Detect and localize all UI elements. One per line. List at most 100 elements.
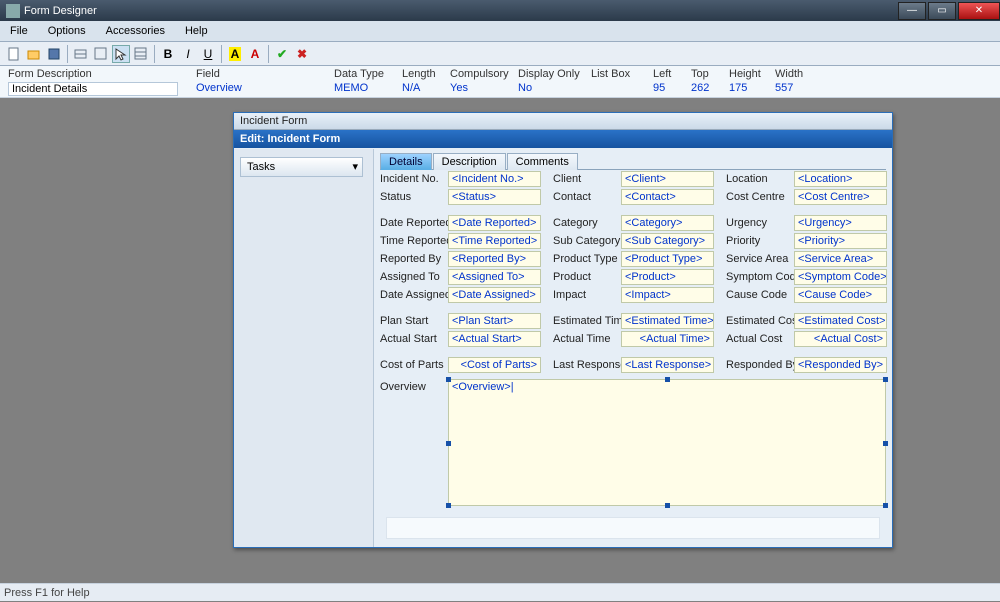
content-area: Incident No. <Incident No.> Client <Clie… <box>380 171 886 543</box>
val-costcentre[interactable]: <Cost Centre> <box>794 189 887 205</box>
val-timereported[interactable]: <Time Reported> <box>448 233 541 249</box>
lbl-subcategory: Sub Category <box>553 233 621 249</box>
designer-canvas[interactable]: Incident Form Edit: Incident Form Tasks … <box>0 98 1000 583</box>
italic-icon[interactable]: I <box>179 45 197 63</box>
val-planstart[interactable]: <Plan Start> <box>448 313 541 329</box>
val-subcategory[interactable]: <Sub Category> <box>621 233 714 249</box>
lbl-contact: Contact <box>553 189 621 205</box>
tab-comments[interactable]: Comments <box>507 153 578 170</box>
tasks-dropdown[interactable]: Tasks ▾ <box>240 157 363 177</box>
open-icon[interactable] <box>25 45 43 63</box>
val-overview[interactable]: <Overview>| <box>448 379 886 506</box>
length-hdr: Length <box>402 68 442 82</box>
tab-description[interactable]: Description <box>433 153 506 170</box>
lbl-actualstart: Actual Start <box>380 331 448 347</box>
val-location[interactable]: <Location> <box>794 171 887 187</box>
val-symptomcode[interactable]: <Symptom Code> <box>794 269 887 285</box>
lbl-client: Client <box>553 171 621 187</box>
length-val: N/A <box>402 82 442 96</box>
font-color-icon[interactable]: A <box>246 45 264 63</box>
lbl-timereported: Time Reported <box>380 233 448 249</box>
val-category[interactable]: <Category> <box>621 215 714 231</box>
width-hdr: Width <box>775 68 813 82</box>
save-icon[interactable] <box>45 45 63 63</box>
menu-file[interactable]: File <box>0 21 38 42</box>
resize-handle[interactable] <box>446 377 451 382</box>
tab-details[interactable]: Details <box>380 153 432 170</box>
val-estcost[interactable]: <Estimated Cost> <box>794 313 887 329</box>
resize-handle[interactable] <box>446 503 451 508</box>
compulsory-val: Yes <box>450 82 510 96</box>
insert-field-icon[interactable] <box>72 45 90 63</box>
lbl-location: Location <box>726 171 794 187</box>
left-pane: Tasks ▾ <box>234 149 374 547</box>
minimize-button[interactable]: — <box>898 2 926 20</box>
height-val: 175 <box>729 82 767 96</box>
left-val: 95 <box>653 82 683 96</box>
underline-icon[interactable]: U <box>199 45 217 63</box>
cancel-icon[interactable]: ✖ <box>293 45 311 63</box>
val-impact[interactable]: <Impact> <box>621 287 714 303</box>
display-val: No <box>518 82 583 96</box>
val-urgency[interactable]: <Urgency> <box>794 215 887 231</box>
lbl-incidentno: Incident No. <box>380 171 448 187</box>
lbl-esttime: Estimated Time <box>553 313 621 329</box>
val-datereported[interactable]: <Date Reported> <box>448 215 541 231</box>
status-text: Press F1 for Help <box>4 587 90 599</box>
accept-icon[interactable]: ✔ <box>273 45 291 63</box>
tasks-label: Tasks <box>247 158 275 176</box>
form-desc-hdr: Form Description <box>8 68 188 82</box>
lbl-costcentre: Cost Centre <box>726 189 794 205</box>
menu-options[interactable]: Options <box>38 21 96 42</box>
lbl-impact: Impact <box>553 287 621 303</box>
select-icon[interactable] <box>112 45 130 63</box>
maximize-button[interactable]: ▭ <box>928 2 956 20</box>
layout-icon[interactable] <box>92 45 110 63</box>
resize-handle[interactable] <box>883 503 888 508</box>
resize-handle[interactable] <box>665 377 670 382</box>
menu-accessories[interactable]: Accessories <box>96 21 175 42</box>
val-status[interactable]: <Status> <box>448 189 541 205</box>
val-costparts[interactable]: <Cost of Parts> <box>448 357 541 373</box>
val-respby[interactable]: <Responded By> <box>794 357 887 373</box>
val-product[interactable]: <Product> <box>621 269 714 285</box>
close-button[interactable]: ✕ <box>958 2 1000 20</box>
menu-help[interactable]: Help <box>175 21 218 42</box>
val-reportedby[interactable]: <Reported By> <box>448 251 541 267</box>
form-desc-val[interactable]: Incident Details <box>8 82 178 96</box>
val-incidentno[interactable]: <Incident No.> <box>448 171 541 187</box>
val-causecode[interactable]: <Cause Code> <box>794 287 887 303</box>
field-grid: Incident No. <Incident No.> Client <Clie… <box>380 171 886 373</box>
val-assignedto[interactable]: <Assigned To> <box>448 269 541 285</box>
val-lastresp[interactable]: <Last Response> <box>621 357 714 373</box>
font-bgcolor-icon[interactable]: A <box>226 45 244 63</box>
form-window[interactable]: Incident Form Edit: Incident Form Tasks … <box>233 112 893 548</box>
bold-icon[interactable]: B <box>159 45 177 63</box>
lbl-planstart: Plan Start <box>380 313 448 329</box>
lbl-actcost: Actual Cost <box>726 331 794 347</box>
val-priority[interactable]: <Priority> <box>794 233 887 249</box>
val-servicearea[interactable]: <Service Area> <box>794 251 887 267</box>
resize-handle[interactable] <box>883 441 888 446</box>
val-esttime[interactable]: <Estimated Time> <box>621 313 714 329</box>
form-subtitle: Incident Form <box>234 113 892 130</box>
listbox-val <box>591 82 645 96</box>
toolbar: B I U A A ✔ ✖ <box>0 42 1000 66</box>
val-client[interactable]: <Client> <box>621 171 714 187</box>
bottom-strip <box>386 517 880 539</box>
grid-icon[interactable] <box>132 45 150 63</box>
resize-handle[interactable] <box>665 503 670 508</box>
lbl-reportedby: Reported By <box>380 251 448 267</box>
val-producttype[interactable]: <Product Type> <box>621 251 714 267</box>
chevron-down-icon: ▾ <box>352 158 358 176</box>
new-icon[interactable] <box>5 45 23 63</box>
window-controls: — ▭ ✕ <box>896 2 1000 20</box>
val-dateassigned[interactable]: <Date Assigned> <box>448 287 541 303</box>
resize-handle[interactable] <box>883 377 888 382</box>
width-val: 557 <box>775 82 813 96</box>
val-actualstart[interactable]: <Actual Start> <box>448 331 541 347</box>
val-actcost[interactable]: <Actual Cost> <box>794 331 887 347</box>
val-acttime[interactable]: <Actual Time> <box>621 331 714 347</box>
val-contact[interactable]: <Contact> <box>621 189 714 205</box>
resize-handle[interactable] <box>446 441 451 446</box>
